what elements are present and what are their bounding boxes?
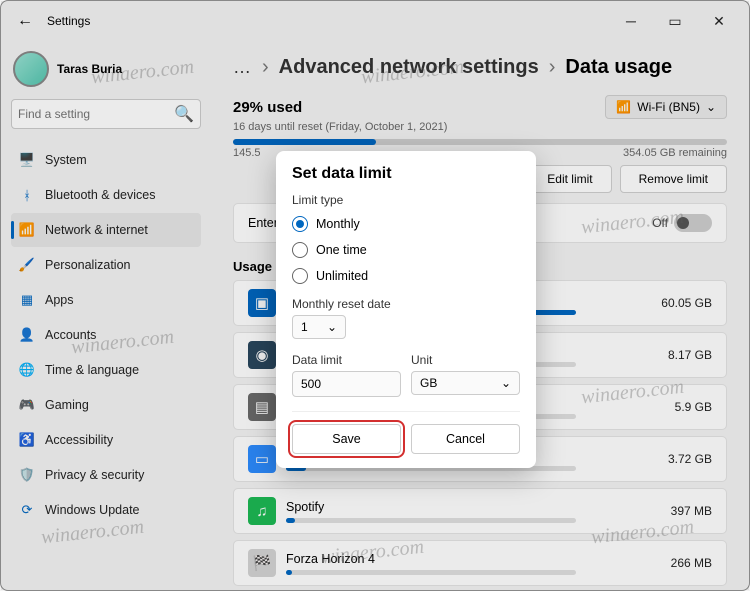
limit-type-label: Limit type [292, 193, 520, 207]
unit-select[interactable]: GB ⌄ [411, 371, 520, 395]
save-button[interactable]: Save [292, 424, 401, 454]
radio-label: One time [316, 243, 367, 257]
reset-date-select[interactable]: 1 ⌄ [292, 315, 346, 339]
data-limit-input[interactable] [292, 371, 401, 397]
radio-onetime[interactable]: One time [292, 237, 520, 263]
chevron-down-icon: ⌄ [501, 376, 511, 390]
data-limit-label: Data limit [292, 353, 401, 367]
chevron-down-icon: ⌄ [327, 320, 337, 334]
reset-date-label: Monthly reset date [292, 297, 520, 311]
radio-monthly[interactable]: Monthly [292, 211, 520, 237]
dialog-title: Set data limit [292, 165, 520, 183]
reset-date-value: 1 [301, 320, 308, 334]
radio-label: Monthly [316, 217, 360, 231]
unit-label: Unit [411, 353, 520, 367]
radio-dot-icon [292, 268, 308, 284]
radio-dot-icon [292, 242, 308, 258]
radio-label: Unlimited [316, 269, 368, 283]
unit-value: GB [420, 376, 437, 390]
radio-unlimited[interactable]: Unlimited [292, 263, 520, 289]
set-data-limit-dialog: Set data limit Limit type Monthly One ti… [276, 151, 536, 468]
cancel-button[interactable]: Cancel [411, 424, 520, 454]
radio-dot-icon [292, 216, 308, 232]
settings-window: ← Settings ─ ▭ ✕ Taras Buria 🔍 🖥️System [0, 0, 750, 591]
